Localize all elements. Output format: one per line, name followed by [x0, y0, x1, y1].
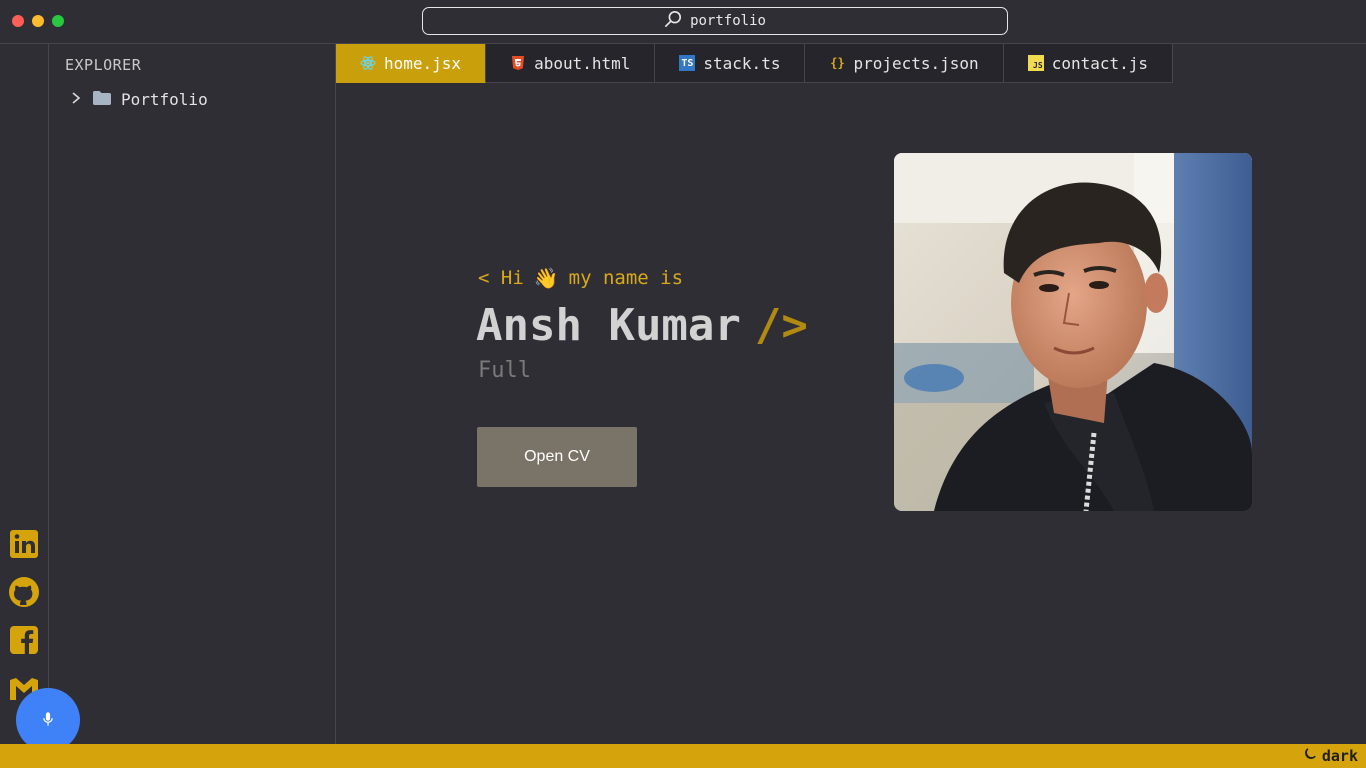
- typescript-icon: TS: [679, 55, 696, 71]
- moon-icon: [1303, 747, 1317, 765]
- tab-about[interactable]: about.html: [486, 44, 656, 83]
- status-bar: dark: [0, 744, 1366, 768]
- close-window-button[interactable]: [12, 15, 24, 27]
- github-icon[interactable]: [8, 576, 40, 608]
- hero-name: Ansh Kumar />: [476, 300, 808, 351]
- theme-toggle[interactable]: dark: [1303, 747, 1358, 765]
- tab-projects[interactable]: {} projects.json: [805, 44, 1004, 83]
- microphone-icon: [43, 711, 53, 730]
- microphone-button[interactable]: [16, 688, 80, 752]
- tab-label: stack.ts: [703, 53, 781, 73]
- search-bar[interactable]: portfolio: [422, 7, 1008, 35]
- activity-bar: [0, 44, 49, 744]
- editor-tabs: home.jsx about.html TS stack.ts {} proje…: [336, 44, 1174, 83]
- greeting-prefix: < Hi: [478, 267, 524, 289]
- linkedin-icon[interactable]: [8, 528, 40, 560]
- javascript-icon: JS: [1027, 55, 1044, 71]
- chevron-right-icon: [69, 90, 83, 109]
- tab-label: about.html: [534, 53, 631, 73]
- explorer-panel: EXPLORER Portfolio: [49, 44, 336, 744]
- maximize-window-button[interactable]: [52, 15, 64, 27]
- tab-label: contact.js: [1051, 53, 1149, 73]
- tab-label: projects.json: [853, 53, 979, 73]
- theme-label: dark: [1321, 747, 1358, 765]
- folder-portfolio[interactable]: Portfolio: [69, 90, 208, 109]
- tab-label: home.jsx: [384, 53, 462, 73]
- tab-contact[interactable]: JS contact.js: [1003, 44, 1174, 83]
- search-text: portfolio: [690, 13, 766, 29]
- folder-label: Portfolio: [121, 90, 208, 109]
- tab-stack[interactable]: TS stack.ts: [655, 44, 806, 83]
- search-icon: [664, 10, 682, 32]
- greeting: < Hi 👋 my name is: [478, 266, 683, 290]
- json-icon: {}: [830, 56, 845, 70]
- wave-emoji: 👋: [533, 266, 559, 290]
- title-bar: portfolio: [0, 0, 1366, 44]
- minimize-window-button[interactable]: [32, 15, 44, 27]
- react-icon: [360, 55, 376, 71]
- folder-icon: [93, 90, 111, 109]
- html5-icon: [510, 55, 526, 71]
- greeting-suffix: my name is: [568, 267, 684, 289]
- name-text: Ansh Kumar: [476, 300, 741, 351]
- typed-role: Full: [478, 358, 531, 383]
- tab-home[interactable]: home.jsx: [336, 44, 487, 83]
- name-tag-close: />: [754, 300, 808, 351]
- profile-photo: [894, 153, 1252, 511]
- facebook-icon[interactable]: [8, 624, 40, 656]
- open-cv-button[interactable]: Open CV: [477, 427, 637, 487]
- explorer-title: EXPLORER: [65, 56, 142, 74]
